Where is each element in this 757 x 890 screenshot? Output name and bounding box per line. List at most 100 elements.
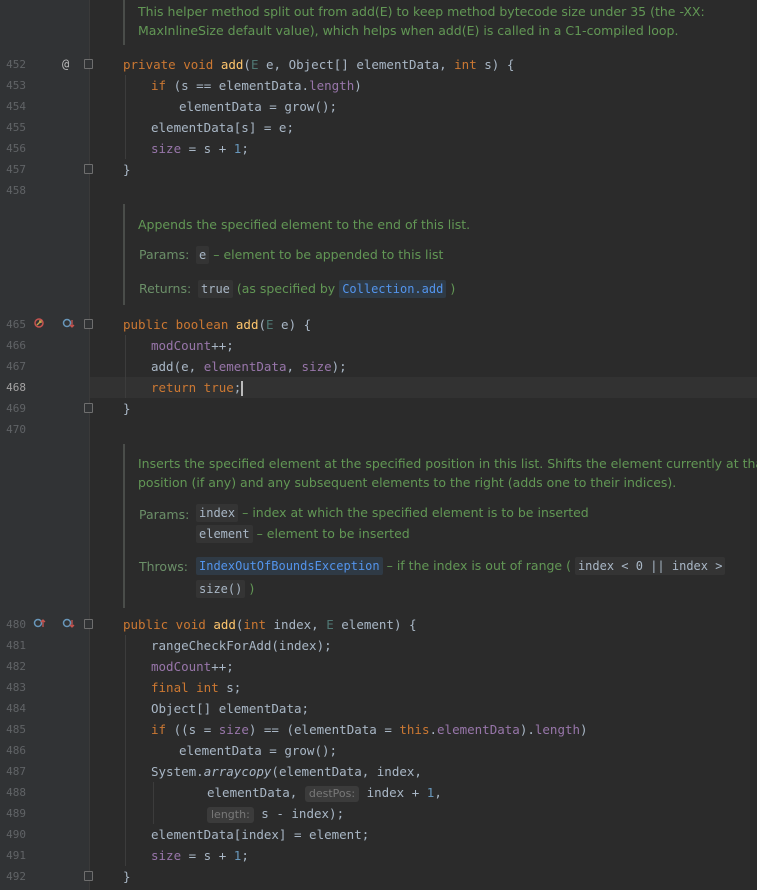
doc-param: element – element to be inserted <box>196 525 410 543</box>
param-description: – index at which the specified element i… <box>242 505 589 520</box>
line-number: 455 <box>6 121 26 134</box>
fold-marker-icon[interactable] <box>84 59 93 69</box>
doc-params-label: Params: <box>139 247 190 262</box>
doc-description: Appends the specified element to the end… <box>138 217 471 232</box>
line-number: 469 <box>6 402 26 415</box>
line-number: 456 <box>6 142 26 155</box>
doc-throws-cont: size() ) <box>196 580 254 598</box>
line-number: 458 <box>6 184 26 197</box>
javadoc-rendered-add-index[interactable]: Inserts the specified element at the spe… <box>123 444 757 608</box>
returns-end: ) <box>450 281 456 296</box>
line-number: 485 <box>6 723 26 736</box>
code-line[interactable]: } <box>123 159 131 180</box>
line-number: 466 <box>6 339 26 352</box>
param-name: element <box>196 525 253 543</box>
line-number: 454 <box>6 100 26 113</box>
line-number: 489 <box>6 807 26 820</box>
code-line[interactable]: modCount++; <box>151 335 234 356</box>
code-line[interactable]: modCount++; <box>151 656 234 677</box>
line-number: 457 <box>6 163 26 176</box>
doc-description-line: position (if any) and any subsequent ele… <box>138 475 677 490</box>
code-line[interactable]: add(e, elementData, size); <box>151 356 347 377</box>
line-number: 482 <box>6 660 26 673</box>
code-line[interactable]: rangeCheckForAdd(index); <box>151 635 332 656</box>
fold-marker-icon[interactable] <box>84 164 93 174</box>
returns-text: (as specified by <box>236 281 336 296</box>
annotation-at-icon[interactable]: @ <box>62 57 69 71</box>
line-number: 453 <box>6 79 26 92</box>
doc-description-line: Inserts the specified element at the spe… <box>138 456 757 471</box>
doc-param: e – element to be appended to this list <box>196 246 443 264</box>
throws-description: – if the index is out of range ( <box>386 558 571 573</box>
override-down-icon[interactable] <box>33 617 47 633</box>
overrides-icon[interactable] <box>62 317 76 333</box>
code-line[interactable]: elementData, destPos: index + 1, <box>207 782 442 803</box>
line-number: 483 <box>6 681 26 694</box>
code-line[interactable]: elementData = grow(); <box>179 96 337 117</box>
code-line[interactable]: size = s + 1; <box>151 138 249 159</box>
indent-guide <box>125 635 126 866</box>
doc-throws: IndexOutOfBoundsException – if the index… <box>196 557 726 575</box>
doc-params-label: Params: <box>139 507 190 522</box>
param-description: – element to be inserted <box>256 526 410 541</box>
line-number: 480 <box>6 618 26 631</box>
doc-param: index – index at which the specified ele… <box>196 504 589 522</box>
code-line[interactable]: elementData[index] = element; <box>151 824 369 845</box>
param-name: e <box>196 246 210 264</box>
fold-marker-icon[interactable] <box>84 319 93 329</box>
throws-expression: size() <box>196 580 246 598</box>
line-number: 467 <box>6 360 26 373</box>
code-line[interactable]: elementData = grow(); <box>179 740 337 761</box>
fold-marker-icon[interactable] <box>84 871 93 881</box>
line-number: 487 <box>6 765 26 778</box>
code-line[interactable]: length: s - index); <box>207 803 344 824</box>
param-hint: length: <box>207 807 254 823</box>
indent-guide <box>125 335 126 398</box>
doc-returns: true (as specified by Collection.add ) <box>198 280 455 298</box>
line-number: 484 <box>6 702 26 715</box>
indent-guide <box>125 75 126 159</box>
code-line[interactable]: private void add(E e, Object[] elementDa… <box>123 54 514 75</box>
line-number: 486 <box>6 744 26 757</box>
code-line[interactable]: System.arraycopy(elementData, index, <box>151 761 422 782</box>
implements-icon[interactable] <box>33 317 45 333</box>
gutter-divider <box>89 0 90 890</box>
line-number: 488 <box>6 786 26 799</box>
fold-marker-icon[interactable] <box>84 619 93 629</box>
doc-returns-label: Returns: <box>139 281 192 296</box>
code-line[interactable]: } <box>123 398 131 419</box>
code-line[interactable]: size = s + 1; <box>151 845 249 866</box>
text-caret <box>241 381 244 396</box>
code-line[interactable]: public void add(int index, E element) { <box>123 614 417 635</box>
overrides-icon[interactable] <box>62 617 76 633</box>
code-line[interactable]: elementData[s] = e; <box>151 117 294 138</box>
line-number: 465 <box>6 318 26 331</box>
doc-link-collection-add[interactable]: Collection.add <box>339 280 447 298</box>
throws-end: ) <box>249 581 255 596</box>
code-line[interactable]: } <box>123 866 131 887</box>
code-line[interactable]: Object[] elementData; <box>151 698 309 719</box>
fold-marker-icon[interactable] <box>84 403 93 413</box>
param-name: index <box>196 504 239 522</box>
code-line[interactable]: if (s == elementData.length) <box>151 75 362 96</box>
line-number: 470 <box>6 423 26 436</box>
indent-guide <box>153 782 154 824</box>
line-number: 481 <box>6 639 26 652</box>
javadoc-rendered-grow-helper[interactable]: This helper method split out from add(E)… <box>123 0 755 45</box>
doc-link-indexoutofbounds[interactable]: IndexOutOfBoundsException <box>196 557 383 575</box>
line-number: 490 <box>6 828 26 841</box>
doc-throws-label: Throws: <box>139 559 189 574</box>
line-number: 492 <box>6 870 26 883</box>
doc-text-line: This helper method split out from add(E)… <box>138 4 705 19</box>
code-line-current[interactable]: return true; <box>151 377 244 398</box>
line-number: 491 <box>6 849 26 862</box>
param-hint: destPos: <box>304 786 360 802</box>
javadoc-rendered-add[interactable]: Appends the specified element to the end… <box>123 204 755 305</box>
code-line[interactable]: if ((s = size) == (elementData = this.el… <box>151 719 588 740</box>
code-line[interactable]: public boolean add(E e) { <box>123 314 311 335</box>
line-number: 452 <box>6 58 26 71</box>
code-line[interactable]: final int s; <box>151 677 241 698</box>
returns-value: true <box>198 280 233 298</box>
throws-expression: index < 0 || index > <box>574 557 726 575</box>
doc-text-line: MaxInlineSize default value), which help… <box>138 23 679 38</box>
